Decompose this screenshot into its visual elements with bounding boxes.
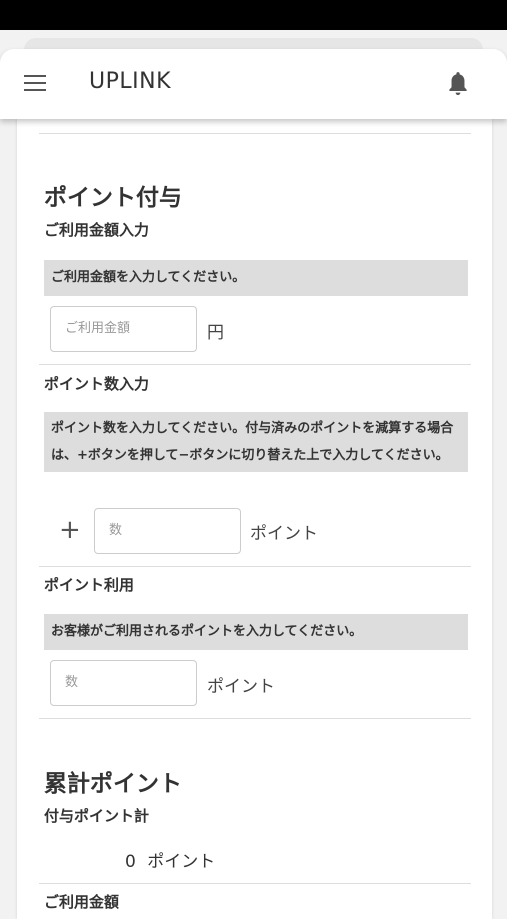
point-use-note: お客様がご利用されるポイントを入力してください。 (44, 614, 468, 650)
amount-note: ご利用金額を入力してください。 (44, 260, 468, 296)
granted-total-number: 0 (125, 852, 136, 872)
points-note: ポイント数を入力してください。付与済みのポイントを減算する場合は、+ボタンを押し… (44, 412, 468, 472)
points-unit: ポイント (250, 524, 318, 544)
point-use-input[interactable]: 数 (50, 660, 197, 706)
divider (39, 133, 471, 134)
divider (39, 883, 471, 884)
bell-icon[interactable] (445, 70, 471, 98)
section-title-totals: 累計ポイント (44, 771, 182, 797)
amount-unit: 円 (207, 323, 224, 343)
section-title-point-grant: ポイント付与 (44, 185, 182, 211)
status-bar (0, 0, 507, 30)
amount-total-label: ご利用金額 (44, 893, 120, 911)
point-use-label: ポイント利用 (44, 576, 135, 594)
plus-minus-toggle-button[interactable]: + (59, 517, 81, 543)
divider (39, 364, 471, 365)
app-title: UPLINK (89, 69, 171, 94)
amount-input[interactable]: ご利用金額 (50, 306, 197, 352)
granted-total-value: 0 ポイント (125, 847, 215, 872)
menu-icon[interactable] (24, 75, 46, 91)
points-label: ポイント数入力 (44, 375, 150, 393)
granted-total-label: 付与ポイント計 (44, 807, 150, 825)
divider (39, 566, 471, 567)
app-bar: UPLINK (0, 49, 507, 119)
point-form-card: ポイント付与 ご利用金額入力 ご利用金額を入力してください。 ご利用金額 円 ポ… (17, 119, 492, 919)
granted-total-unit: ポイント (147, 852, 216, 872)
point-use-unit: ポイント (207, 677, 275, 697)
divider (39, 718, 471, 719)
points-input[interactable]: 数 (94, 508, 241, 554)
amount-label: ご利用金額入力 (44, 221, 150, 239)
